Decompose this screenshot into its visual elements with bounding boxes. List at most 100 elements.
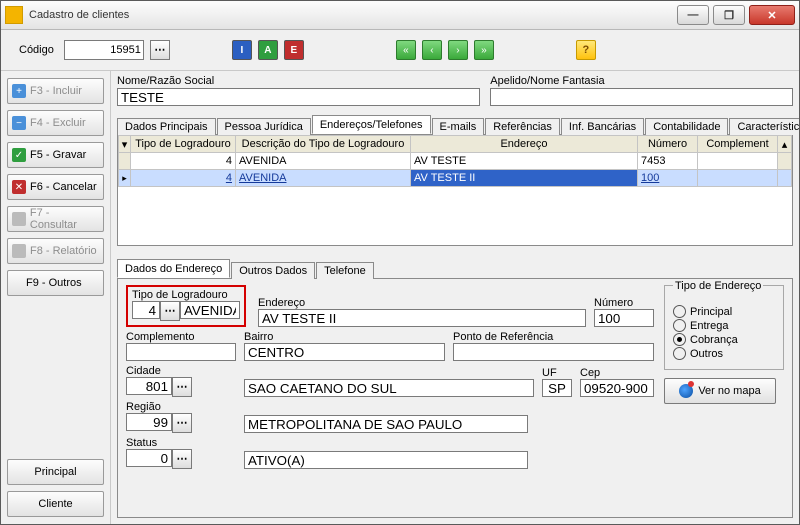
status-desc-input[interactable]: [244, 451, 528, 469]
radio-label: Outros: [690, 348, 723, 360]
status-code-input[interactable]: [126, 449, 172, 467]
sidebar-consultar: F7 - Consultar: [7, 206, 104, 232]
cidade-lookup-button[interactable]: ⋯: [172, 377, 192, 397]
sidebar-item-label: F9 - Outros: [26, 277, 82, 289]
mode-e-button[interactable]: E: [284, 40, 304, 60]
endereco-input[interactable]: [258, 309, 586, 327]
tab-dados-endereco[interactable]: Dados do Endereço: [117, 259, 230, 278]
tab-enderecos[interactable]: Endereços/Telefones: [312, 115, 431, 134]
tab-pessoa-juridica[interactable]: Pessoa Jurídica: [217, 118, 311, 135]
apelido-input[interactable]: [490, 88, 793, 106]
nav-last-button[interactable]: »: [474, 40, 494, 60]
sidebar-item-label: F3 - Incluir: [30, 85, 82, 97]
cell-comp[interactable]: [698, 170, 778, 187]
ver-no-mapa-button[interactable]: Ver no mapa: [664, 378, 776, 404]
nav-next-button[interactable]: ›: [448, 40, 468, 60]
tab-caracteristicas[interactable]: Características: [729, 118, 799, 135]
table-row[interactable]: 4 AVENIDA AV TESTE 7453: [119, 153, 792, 170]
cell-tipo[interactable]: 4: [131, 170, 236, 187]
apelido-label: Apelido/Nome Fantasia: [490, 75, 793, 87]
col-desc[interactable]: Descrição do Tipo de Logradouro: [236, 136, 411, 153]
mode-a-button[interactable]: A: [258, 40, 278, 60]
radio-cobranca[interactable]: Cobrança: [673, 333, 775, 346]
sidebar-incluir: +F3 - Incluir: [7, 78, 104, 104]
codigo-lookup-button[interactable]: ⋯: [150, 40, 170, 60]
cep-label: Cep: [580, 367, 654, 379]
regiao-desc-input[interactable]: [244, 415, 528, 433]
table-row[interactable]: ▸ 4 AVENIDA AV TESTE II 100: [119, 170, 792, 187]
app-icon: [5, 6, 23, 24]
radio-outros[interactable]: Outros: [673, 347, 775, 360]
grid-scroll-up[interactable]: ▴: [778, 136, 792, 153]
bairro-input[interactable]: [244, 343, 445, 361]
col-complemento[interactable]: Complement: [698, 136, 778, 153]
tab-inf-bancarias[interactable]: Inf. Bancárias: [561, 118, 644, 135]
grid-corner[interactable]: ▾: [119, 136, 131, 153]
uf-input[interactable]: [542, 379, 572, 397]
radio-icon: [673, 305, 686, 318]
tipo-log-label: Tipo de Logradouro: [132, 289, 240, 301]
tab-dados-principais[interactable]: Dados Principais: [117, 118, 216, 135]
tab-emails[interactable]: E-mails: [432, 118, 485, 135]
col-numero[interactable]: Número: [638, 136, 698, 153]
nav-first-button[interactable]: «: [396, 40, 416, 60]
search-icon: [12, 212, 26, 226]
regiao-label: Região: [126, 401, 236, 413]
cell-desc[interactable]: AVENIDA: [236, 153, 411, 170]
sidebar-principal[interactable]: Principal: [7, 459, 104, 485]
sidebar: +F3 - Incluir −F4 - Excluir ✓F5 - Gravar…: [1, 71, 111, 524]
complemento-input[interactable]: [126, 343, 236, 361]
sidebar-item-label: F5 - Gravar: [30, 149, 86, 161]
tab-contabilidade[interactable]: Contabilidade: [645, 118, 728, 135]
tab-outros-dados[interactable]: Outros Dados: [231, 262, 315, 279]
col-tipo[interactable]: Tipo de Logradouro: [131, 136, 236, 153]
tipo-log-lookup-button[interactable]: ⋯: [160, 301, 180, 321]
detail-panel: Tipo de Logradouro ⋯ Endereço Número Com…: [117, 279, 793, 518]
tipo-endereco-group: Tipo de Endereço Principal Entrega Cobra…: [664, 285, 784, 370]
sidebar-cancelar[interactable]: ✕F6 - Cancelar: [7, 174, 104, 200]
close-button[interactable]: ✕: [749, 5, 795, 25]
sidebar-outros[interactable]: F9 - Outros: [7, 270, 104, 296]
numero-input[interactable]: [594, 309, 654, 327]
row-indicator-icon: ▸: [122, 173, 127, 183]
tipo-log-code-input[interactable]: [132, 301, 160, 319]
radio-entrega[interactable]: Entrega: [673, 319, 775, 332]
col-endereco[interactable]: Endereço: [411, 136, 638, 153]
help-button[interactable]: ?: [576, 40, 596, 60]
codigo-input[interactable]: 15951: [64, 40, 144, 60]
ponto-input[interactable]: [453, 343, 654, 361]
cell-num[interactable]: 100: [638, 170, 698, 187]
mode-i-button[interactable]: I: [232, 40, 252, 60]
minimize-button[interactable]: —: [677, 5, 709, 25]
tipo-log-desc-input[interactable]: [180, 301, 240, 319]
radio-label: Entrega: [690, 320, 729, 332]
cidade-label: Cidade: [126, 365, 236, 377]
cell-desc[interactable]: AVENIDA: [236, 170, 411, 187]
cell-end[interactable]: AV TESTE: [411, 153, 638, 170]
sidebar-gravar[interactable]: ✓F5 - Gravar: [7, 142, 104, 168]
cep-input[interactable]: [580, 379, 654, 397]
radio-label: Principal: [690, 306, 732, 318]
cell-num[interactable]: 7453: [638, 153, 698, 170]
cell-end[interactable]: AV TESTE II: [411, 170, 638, 187]
sidebar-relatorio: F8 - Relatório: [7, 238, 104, 264]
sidebar-cliente[interactable]: Cliente: [7, 491, 104, 517]
nome-input[interactable]: [117, 88, 480, 106]
cell-comp[interactable]: [698, 153, 778, 170]
address-grid[interactable]: ▾ Tipo de Logradouro Descrição do Tipo d…: [117, 135, 793, 246]
tab-referencias[interactable]: Referências: [485, 118, 560, 135]
regiao-lookup-button[interactable]: ⋯: [172, 413, 192, 433]
radio-principal[interactable]: Principal: [673, 305, 775, 318]
sidebar-item-label: F7 - Consultar: [30, 207, 99, 231]
bairro-label: Bairro: [244, 331, 445, 343]
regiao-code-input[interactable]: [126, 413, 172, 431]
nav-prev-button[interactable]: ‹: [422, 40, 442, 60]
cidade-desc-input[interactable]: [244, 379, 534, 397]
tab-telefone[interactable]: Telefone: [316, 262, 374, 279]
sidebar-item-label: F4 - Excluir: [30, 117, 86, 129]
cell-tipo[interactable]: 4: [131, 153, 236, 170]
cidade-code-input[interactable]: [126, 377, 172, 395]
maximize-button[interactable]: ❐: [713, 5, 745, 25]
tipo-endereco-label: Tipo de Endereço: [673, 280, 763, 292]
status-lookup-button[interactable]: ⋯: [172, 449, 192, 469]
